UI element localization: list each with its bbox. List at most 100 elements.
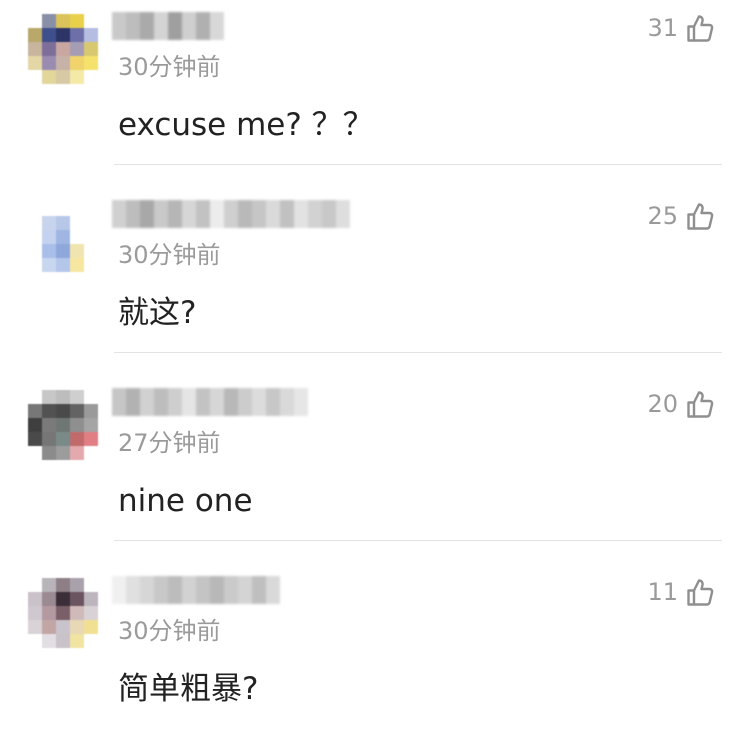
- username-blurred[interactable]: [112, 388, 308, 416]
- avatar-pixel: [28, 70, 42, 84]
- username-pixel: [294, 388, 308, 416]
- avatar-pixel: [28, 56, 42, 70]
- thumbs-up-icon[interactable]: [686, 389, 714, 419]
- username-pixel: [182, 12, 196, 40]
- username-pixel: [140, 576, 154, 604]
- avatar-pixel: [70, 230, 84, 244]
- username-pixel: [140, 388, 154, 416]
- username-pixel: [210, 200, 224, 228]
- avatar-pixel: [42, 446, 56, 460]
- comment-item: 30分钟前 就这? 25: [0, 188, 750, 376]
- username-pixel: [126, 200, 140, 228]
- avatar-pixel: [70, 578, 84, 592]
- avatar-pixel: [56, 244, 70, 258]
- like-count: 31: [647, 14, 678, 42]
- like-button[interactable]: 11: [647, 577, 714, 607]
- username-pixel: [196, 200, 210, 228]
- avatar[interactable]: [28, 14, 98, 84]
- avatar-pixel: [84, 202, 98, 216]
- avatar-pixel: [84, 14, 98, 28]
- divider: [114, 352, 722, 353]
- username-pixel: [294, 200, 308, 228]
- like-count: 20: [647, 390, 678, 418]
- avatar-pixel: [28, 634, 42, 648]
- avatar-pixel: [56, 28, 70, 42]
- username-blurred[interactable]: [112, 200, 350, 228]
- avatar-pixel: [28, 592, 42, 606]
- avatar-pixel: [28, 432, 42, 446]
- avatar-pixel: [70, 592, 84, 606]
- username-pixel: [154, 200, 168, 228]
- username-pixel: [140, 200, 154, 228]
- like-button[interactable]: 20: [647, 389, 714, 419]
- avatar-pixel: [70, 244, 84, 258]
- avatar-pixel: [56, 606, 70, 620]
- avatar[interactable]: [28, 390, 98, 460]
- thumbs-up-icon[interactable]: [686, 201, 714, 231]
- avatar-pixel: [84, 606, 98, 620]
- avatar-pixel: [84, 578, 98, 592]
- avatar-pixel: [28, 244, 42, 258]
- username-pixel: [238, 388, 252, 416]
- thumbs-up-icon[interactable]: [686, 13, 714, 43]
- avatar-pixel: [56, 230, 70, 244]
- comment-text: 就这?: [118, 295, 197, 331]
- like-button[interactable]: 25: [647, 201, 714, 231]
- avatar-pixel: [84, 230, 98, 244]
- avatar-pixel: [28, 28, 42, 42]
- username-pixel: [252, 388, 266, 416]
- avatar-pixel: [28, 202, 42, 216]
- username-pixel: [280, 388, 294, 416]
- avatar[interactable]: [28, 202, 98, 272]
- avatar-pixel: [42, 578, 56, 592]
- avatar-pixel: [56, 70, 70, 84]
- avatar-pixel: [28, 578, 42, 592]
- divider: [114, 164, 722, 165]
- avatar-pixel: [42, 418, 56, 432]
- avatar-pixel: [70, 56, 84, 70]
- avatar-pixel: [56, 418, 70, 432]
- username-pixel: [308, 200, 322, 228]
- username-pixel: [224, 200, 238, 228]
- avatar-pixel: [42, 202, 56, 216]
- username-pixel: [252, 200, 266, 228]
- username-blurred[interactable]: [112, 576, 280, 604]
- avatar-pixel: [42, 592, 56, 606]
- username-blurred[interactable]: [112, 12, 224, 40]
- username-pixel: [182, 388, 196, 416]
- username-pixel: [126, 576, 140, 604]
- avatar-pixel: [70, 390, 84, 404]
- avatar-pixel: [56, 446, 70, 460]
- avatar-pixel: [56, 432, 70, 446]
- avatar-pixel: [70, 28, 84, 42]
- username-pixel: [140, 12, 154, 40]
- avatar-pixel: [28, 216, 42, 230]
- thumbs-up-icon[interactable]: [686, 577, 714, 607]
- like-count: 25: [647, 202, 678, 230]
- avatar-pixel: [28, 446, 42, 460]
- avatar-pixel: [28, 404, 42, 418]
- avatar-pixel: [56, 56, 70, 70]
- avatar-pixel: [42, 390, 56, 404]
- username-pixel: [112, 12, 126, 40]
- avatar-pixel: [42, 634, 56, 648]
- username-pixel: [126, 12, 140, 40]
- timestamp: 30分钟前: [118, 617, 221, 645]
- avatar-pixel: [56, 14, 70, 28]
- username-pixel: [196, 12, 210, 40]
- username-pixel: [168, 200, 182, 228]
- avatar-pixel: [28, 606, 42, 620]
- avatar-pixel: [42, 606, 56, 620]
- like-button[interactable]: 31: [647, 13, 714, 43]
- avatar-pixel: [84, 620, 98, 634]
- avatar-pixel: [42, 258, 56, 272]
- comment-text: 简单粗暴?: [118, 671, 259, 707]
- avatar-pixel: [28, 258, 42, 272]
- avatar-pixel: [42, 56, 56, 70]
- avatar-pixel: [70, 418, 84, 432]
- username-pixel: [112, 388, 126, 416]
- username-pixel: [210, 576, 224, 604]
- username-pixel: [336, 200, 350, 228]
- avatar[interactable]: [28, 578, 98, 648]
- avatar-pixel: [70, 606, 84, 620]
